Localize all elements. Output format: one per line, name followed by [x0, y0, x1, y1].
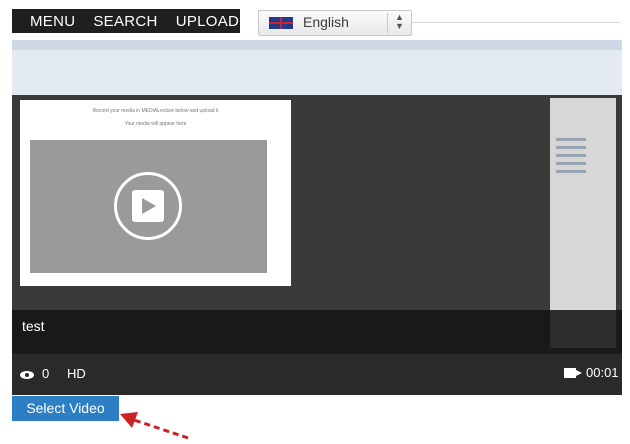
menu-link[interactable]: MENU — [30, 13, 75, 30]
side-panel-item — [556, 154, 586, 157]
dashed-arrow-line — [133, 418, 189, 440]
hd-badge[interactable]: HD — [67, 366, 86, 381]
video-title: test — [22, 318, 45, 334]
video-camera-icon — [564, 368, 582, 378]
updown-arrows-icon: ▲ ▼ — [395, 12, 404, 31]
video-caption-bar: test — [12, 310, 622, 354]
top-nav: MENU SEARCH UPLOAD — [12, 9, 240, 33]
arrow-head-icon — [120, 412, 138, 428]
uk-flag-icon — [269, 17, 293, 29]
view-count: 0 — [42, 366, 50, 381]
app-ribbon — [12, 40, 622, 95]
play-icon — [142, 198, 156, 214]
search-link[interactable]: SEARCH — [93, 13, 157, 30]
player-info-bar: 0 HD 00:01 — [12, 354, 622, 395]
language-select[interactable]: English ▲ ▼ — [258, 10, 412, 36]
side-panel-item — [556, 146, 586, 149]
select-divider — [387, 13, 388, 33]
side-panel-item — [556, 170, 586, 173]
ribbon-titlebar — [12, 40, 622, 50]
eye-icon — [20, 371, 34, 379]
divider-line — [412, 22, 620, 23]
media-placeholder — [30, 140, 267, 273]
language-label: English — [303, 14, 349, 30]
video-player[interactable]: Record your media in MEDIALecture below … — [12, 40, 622, 395]
duration: 00:01 — [586, 365, 619, 380]
media-preview-panel: Record your media in MEDIALecture below … — [20, 100, 291, 286]
upload-link[interactable]: UPLOAD — [176, 13, 240, 30]
side-panel-item — [556, 138, 586, 141]
select-video-button[interactable]: Select Video — [12, 396, 119, 421]
preview-placeholder: Your media will appear here — [124, 121, 187, 127]
side-panel-item — [556, 162, 586, 165]
preview-instruction: Record your media in MEDIALecture below … — [92, 108, 219, 114]
